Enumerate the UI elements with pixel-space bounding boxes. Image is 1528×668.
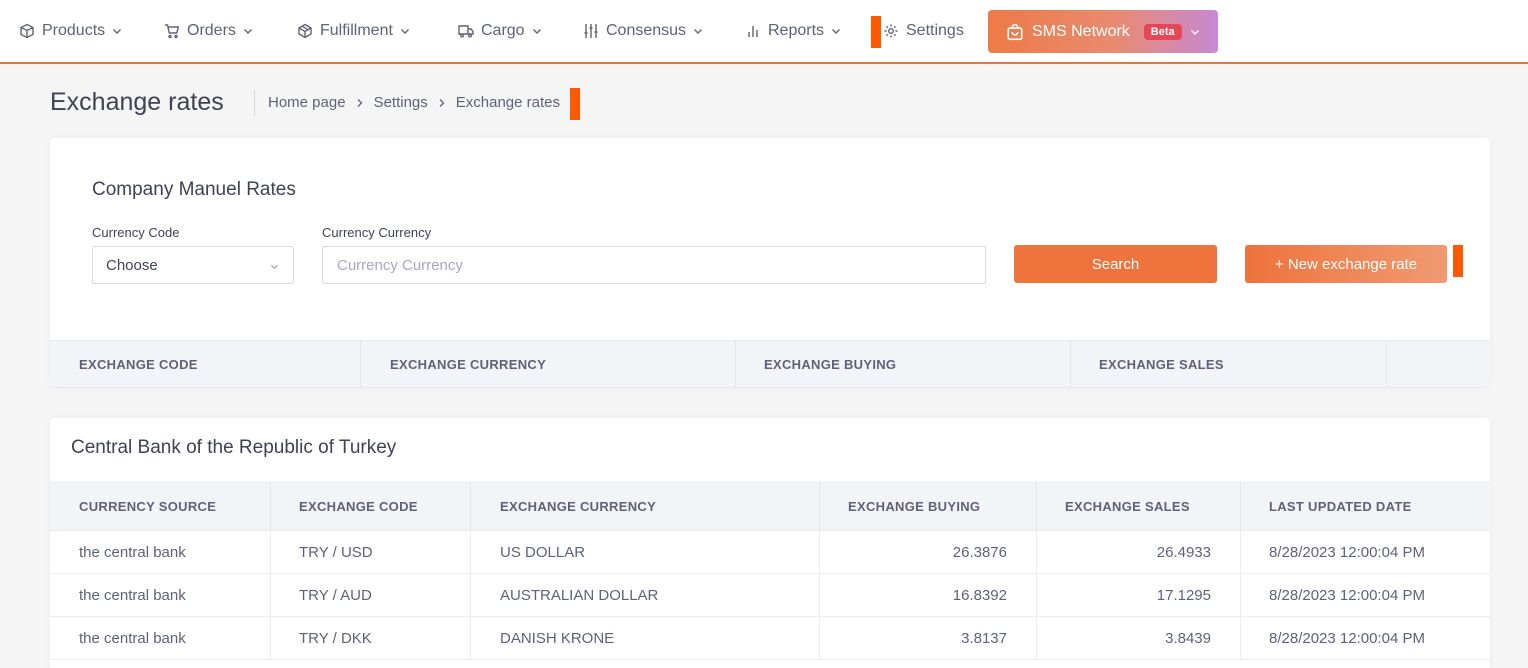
col-currency-source[interactable]: CURRENCY SOURCE: [50, 483, 271, 530]
sms-network-button[interactable]: SMS Network Beta: [988, 10, 1218, 53]
chevron-right-icon: [438, 98, 446, 108]
nav-settings[interactable]: Settings: [882, 20, 964, 42]
breadcrumb-home[interactable]: Home page: [268, 94, 346, 111]
breadcrumb-settings[interactable]: Settings: [374, 94, 428, 111]
cell-exchange-buying: 3.8137: [820, 617, 1037, 659]
box-icon: [18, 22, 36, 40]
col-exchange-currency[interactable]: EXCHANGE CURRENCY: [361, 341, 736, 387]
cell-exchange-currency: US DOLLAR: [471, 531, 820, 573]
col-exchange-sales[interactable]: EXCHANGE SALES: [1037, 483, 1241, 530]
cell-exchange-sales: 26.4933: [1037, 531, 1241, 573]
col-exchange-code[interactable]: EXCHANGE CODE: [50, 341, 361, 387]
chevron-down-icon: [112, 26, 122, 36]
company-rates-title: Company Manuel Rates: [92, 179, 296, 200]
beta-badge: Beta: [1143, 23, 1182, 40]
chevron-down-icon: [831, 26, 841, 36]
nav-settings-label: Settings: [906, 22, 964, 39]
currency-code-label: Currency Code: [92, 225, 180, 240]
sliders-icon: [582, 22, 600, 40]
chevron-right-icon: [356, 98, 364, 108]
cell-exchange-currency: DANISH KRONE: [471, 617, 820, 659]
cell-currency-source: the central bank: [50, 574, 271, 616]
title-divider: [254, 90, 255, 116]
cart-icon: [163, 22, 181, 40]
currency-code-select[interactable]: Choose: [92, 246, 294, 284]
company-rates-card: Company Manuel Rates Currency Code Curre…: [50, 138, 1490, 388]
new-exchange-rate-button[interactable]: + New exchange rate: [1245, 245, 1447, 283]
chevron-down-icon: [400, 26, 410, 36]
nav-consensus-label: Consensus: [606, 22, 687, 39]
col-exchange-sales[interactable]: EXCHANGE SALES: [1071, 341, 1387, 387]
currency-code-value: Choose: [106, 257, 158, 274]
nav-fulfillment[interactable]: Fulfillment: [296, 20, 410, 42]
nav-orders-label: Orders: [187, 22, 236, 39]
col-exchange-code[interactable]: EXCHANGE CODE: [271, 483, 471, 530]
cell-exchange-code: TRY / DKK: [271, 617, 471, 659]
top-navigation: Products Orders Fulfillment Cargo Consen…: [0, 0, 1528, 64]
table-row[interactable]: the central bank TRY / USD US DOLLAR 26.…: [50, 531, 1490, 574]
central-bank-card: Central Bank of the Republic of Turkey C…: [50, 418, 1490, 668]
gear-icon: [882, 22, 900, 40]
col-actions: [1387, 341, 1490, 387]
cell-exchange-currency: AUSTRALIAN DOLLAR: [471, 574, 820, 616]
col-exchange-currency[interactable]: EXCHANGE CURRENCY: [471, 483, 820, 530]
truck-icon: [457, 22, 475, 40]
manual-rates-header-row: EXCHANGE CODE EXCHANGE CURRENCY EXCHANGE…: [50, 340, 1490, 388]
chevron-down-icon: [693, 26, 703, 36]
sms-network-label: SMS Network: [1032, 22, 1130, 40]
col-exchange-buying[interactable]: EXCHANGE BUYING: [820, 483, 1037, 530]
highlight-marker: [570, 88, 580, 120]
currency-currency-input[interactable]: [322, 246, 986, 284]
page-title: Exchange rates: [50, 88, 224, 116]
nav-consensus[interactable]: Consensus: [582, 20, 703, 42]
chevron-down-icon: [1190, 27, 1200, 37]
cell-last-updated: 8/28/2023 12:00:04 PM: [1269, 586, 1425, 604]
highlight-marker: [1453, 245, 1463, 277]
breadcrumb-current: Exchange rates: [455, 94, 560, 111]
central-bank-title: Central Bank of the Republic of Turkey: [71, 437, 397, 458]
cube-icon: [296, 22, 314, 40]
highlight-marker: [871, 16, 881, 48]
bar-chart-icon: [744, 22, 762, 40]
cell-exchange-code: TRY / USD: [271, 531, 471, 573]
nav-cargo[interactable]: Cargo: [457, 20, 542, 42]
nav-reports[interactable]: Reports: [744, 20, 841, 42]
cell-last-updated: 8/28/2023 12:00:04 PM: [1269, 543, 1425, 561]
nav-fulfillment-label: Fulfillment: [320, 22, 393, 39]
cell-exchange-buying: 26.3876: [820, 531, 1037, 573]
cell-exchange-sales: 3.8439: [1037, 617, 1241, 659]
chevron-down-icon: [243, 26, 253, 36]
nav-cargo-label: Cargo: [481, 22, 525, 39]
chevron-down-icon: [270, 262, 279, 271]
nav-reports-label: Reports: [768, 22, 825, 39]
chevron-down-icon: [532, 26, 542, 36]
col-exchange-buying[interactable]: EXCHANGE BUYING: [736, 341, 1071, 387]
col-last-updated-date[interactable]: LAST UPDATED DATE: [1241, 483, 1490, 530]
cell-exchange-buying: 16.8392: [820, 574, 1037, 616]
cell-currency-source: the central bank: [50, 531, 271, 573]
nav-products-label: Products: [42, 22, 106, 39]
cell-exchange-code: TRY / AUD: [271, 574, 471, 616]
cell-last-updated: 8/28/2023 12:00:04 PM: [1269, 629, 1425, 647]
nav-orders[interactable]: Orders: [163, 20, 253, 42]
breadcrumb: Home page Settings Exchange rates: [268, 94, 560, 111]
cell-currency-source: the central bank: [50, 617, 271, 659]
shopping-bag-icon: [1006, 23, 1024, 41]
central-bank-header-row: CURRENCY SOURCE EXCHANGE CODE EXCHANGE C…: [50, 482, 1490, 531]
search-button[interactable]: Search: [1014, 245, 1217, 283]
nav-products[interactable]: Products: [18, 20, 122, 42]
cell-exchange-sales: 17.1295: [1037, 574, 1241, 616]
table-row[interactable]: the central bank TRY / AUD AUSTRALIAN DO…: [50, 574, 1490, 617]
table-row[interactable]: the central bank TRY / DKK DANISH KRONE …: [50, 617, 1490, 660]
currency-currency-label: Currency Currency: [322, 225, 432, 240]
